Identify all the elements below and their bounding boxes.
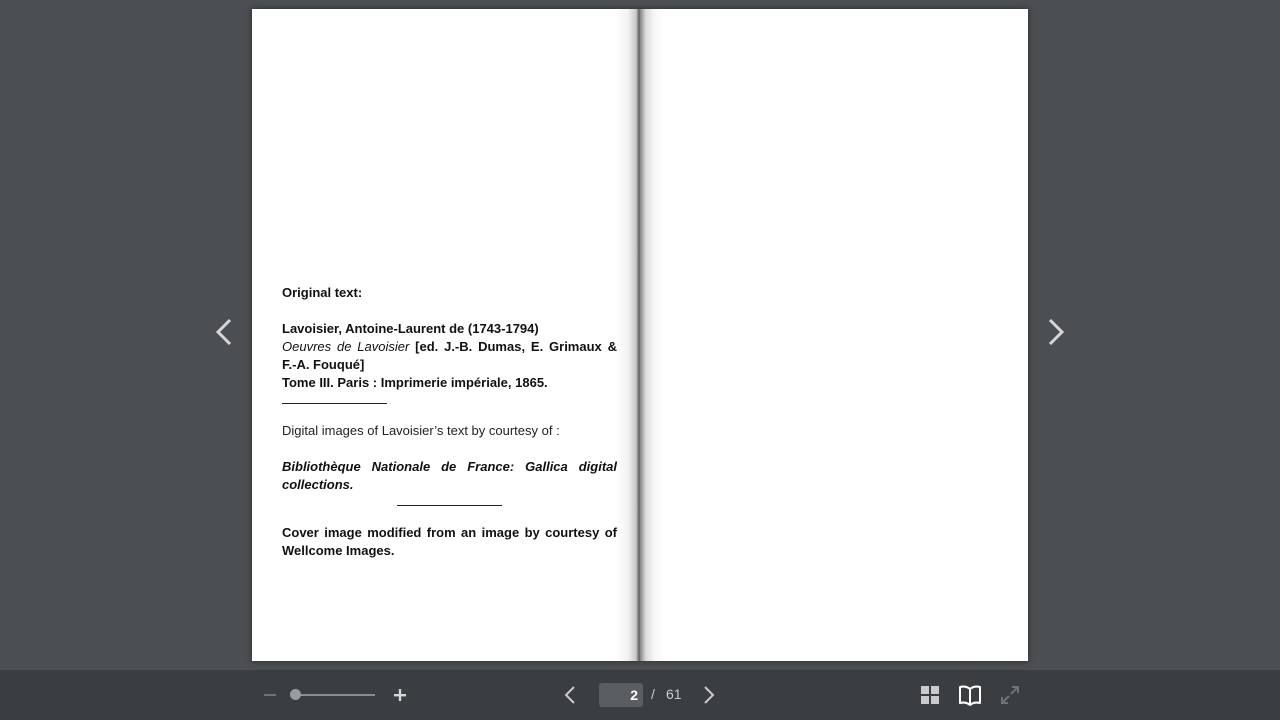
- grid-icon: [921, 686, 939, 704]
- chevron-left-icon: [215, 318, 232, 346]
- minus-icon: [264, 694, 276, 696]
- page-number-input[interactable]: [599, 683, 643, 707]
- page-total: 61: [666, 686, 682, 702]
- author-line: Lavoisier, Antoine-Laurent de (1743-1794…: [282, 321, 539, 336]
- plus-icon: [394, 689, 406, 701]
- library-credit: Bibliothèque Nationale de France: Gallic…: [282, 458, 617, 494]
- book-view-button[interactable]: [958, 684, 982, 706]
- library-name: Bibliothèque Nationale de France: Gallic…: [282, 459, 617, 492]
- fullscreen-button[interactable]: [1000, 685, 1020, 705]
- divider-rule-center: [397, 494, 502, 506]
- previous-spread-button[interactable]: [204, 312, 244, 352]
- page-separator: /: [651, 686, 655, 702]
- chevron-right-icon: [1048, 318, 1065, 346]
- credits-text: Original text: Lavoisier, Antoine-Lauren…: [282, 284, 617, 560]
- thumbnails-button[interactable]: [920, 685, 940, 705]
- next-spread-button[interactable]: [1036, 312, 1076, 352]
- next-page-button[interactable]: [701, 685, 717, 705]
- cover-credit: Cover image modified from an image by co…: [282, 525, 617, 558]
- courtesy-line: Digital images of Lavoisier’s text by co…: [282, 423, 560, 438]
- zoom-slider-track[interactable]: [295, 694, 375, 696]
- zoom-out-button[interactable]: [261, 687, 279, 703]
- publication-line: Tome III. Paris : Imprimerie impériale, …: [282, 375, 548, 390]
- right-page[interactable]: [640, 9, 1028, 661]
- work-title: Oeuvres de Lavoisier: [282, 339, 410, 354]
- open-book-icon: [959, 685, 981, 706]
- book-spread: Original text: Lavoisier, Antoine-Lauren…: [252, 9, 1028, 661]
- expand-icon: [1001, 686, 1019, 704]
- zoom-slider-handle[interactable]: [290, 689, 301, 700]
- previous-page-button[interactable]: [562, 685, 578, 705]
- zoom-in-button[interactable]: [391, 686, 409, 704]
- left-page[interactable]: Original text: Lavoisier, Antoine-Lauren…: [252, 9, 640, 661]
- work-citation: Oeuvres de Lavoisier [ed. J.-B. Dumas, E…: [282, 338, 617, 374]
- divider-rule: [282, 392, 387, 404]
- chevron-right-icon: [704, 686, 715, 704]
- bottom-toolbar: / 61: [0, 670, 1280, 720]
- original-text-heading: Original text:: [282, 285, 363, 300]
- flipbook-viewer: Original text: Lavoisier, Antoine-Lauren…: [0, 0, 1280, 720]
- chevron-left-icon: [564, 686, 575, 704]
